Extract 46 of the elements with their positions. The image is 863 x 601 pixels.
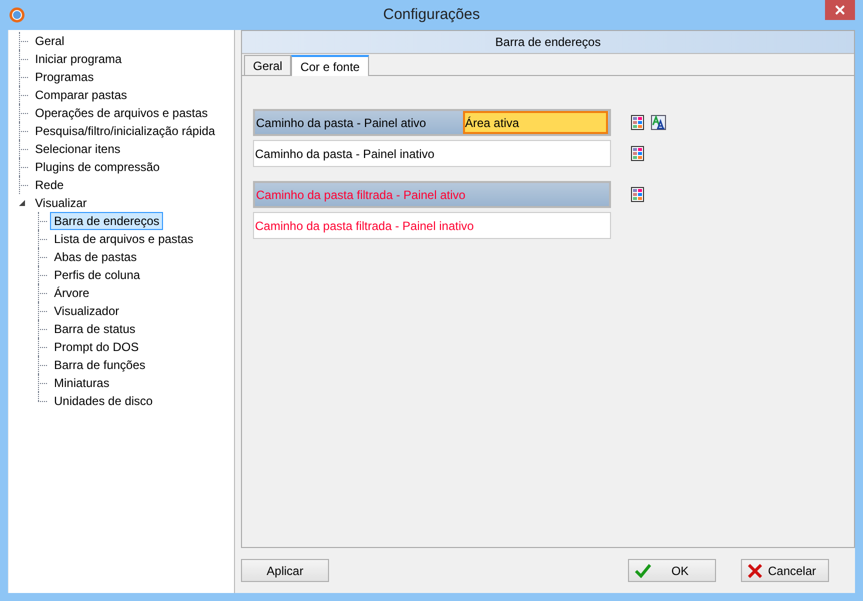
apply-button[interactable]: Aplicar [241,559,329,582]
tree-item[interactable]: Barra de funções [50,356,150,374]
tree-item[interactable]: Programas [31,68,98,86]
color-palette-icon[interactable] [631,146,644,161]
tab[interactable]: Cor e fonte [291,55,369,76]
tree-item[interactable]: Abas de pastas [50,248,141,266]
close-button[interactable] [825,0,855,20]
cancel-button[interactable]: Cancelar [741,559,829,582]
tree-item[interactable]: Iniciar programa [31,50,126,68]
tree-item[interactable]: Geral [31,32,68,50]
color-sample-row[interactable]: Caminho da pasta filtrada - Painel inativo [253,212,611,239]
ok-button[interactable]: OK [628,559,716,582]
tree-item[interactable]: Barra de endereços [50,212,164,230]
tree-item[interactable]: Visualizador [50,302,124,320]
tree-item[interactable]: Barra de status [50,320,140,338]
panel-header: Barra de endereços [242,31,854,54]
color-sample-row[interactable]: Caminho da pasta - Painel inativo [253,140,611,167]
expand-arrow-icon[interactable] [19,200,26,206]
row-label: Caminho da pasta - Painel ativo [256,114,428,130]
tree-item[interactable]: Plugins de compressão [31,158,164,176]
tree-item[interactable]: Rede [31,176,68,194]
active-area-field[interactable]: Área ativa [463,111,608,134]
window-title: Configurações [383,4,480,25]
row-label: Caminho da pasta - Painel inativo [255,146,434,162]
font-icon[interactable] [651,115,666,130]
tree-item[interactable]: Comparar pastas [31,86,132,104]
tree-item[interactable]: Miniaturas [50,374,114,392]
color-sample-row[interactable]: Caminho da pasta - Painel ativo Área ativa [253,109,611,136]
tree-item[interactable]: Árvore [50,284,94,302]
close-icon [835,5,845,15]
tree-item[interactable]: Selecionar itens [31,140,124,158]
tree-item[interactable]: Operações de arquivos e pastas [31,104,212,122]
tree-item[interactable]: Perfis de coluna [50,266,144,284]
tree-item[interactable]: Prompt do DOS [50,338,143,356]
tree-item[interactable]: Lista de arquivos e pastas [50,230,198,248]
tab[interactable]: Geral [244,55,292,75]
color-palette-icon[interactable] [631,115,644,130]
app-logo-icon [9,7,25,23]
row-label: Caminho da pasta filtrada - Painel ativo [256,186,466,202]
checkmark-icon [635,564,651,578]
cross-icon [748,564,762,578]
tree-item[interactable]: Pesquisa/filtro/inicialização rápida [31,122,220,140]
row-label: Caminho da pasta filtrada - Painel inativo [255,218,474,234]
tree-item[interactable]: Unidades de disco [50,392,157,410]
tree-item[interactable]: Visualizar [31,194,91,212]
color-palette-icon[interactable] [631,187,644,202]
